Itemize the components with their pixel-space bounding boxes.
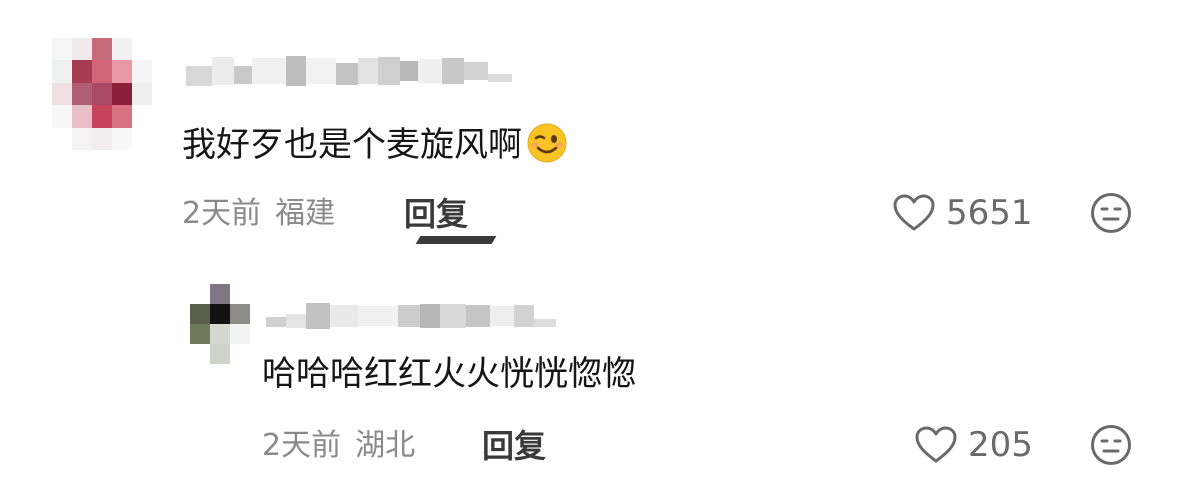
heart-icon [915,426,957,463]
dislike-icon[interactable] [1090,192,1132,234]
reply-commenter-username-blurred[interactable] [266,303,556,329]
comment-text: 我好歹也是个麦旋风啊 [182,122,568,165]
reply-text: 哈哈哈红红火火恍恍惚惚 [262,354,636,394]
comment-meta: 2天前 福建 [182,196,335,232]
reply-meta: 2天前 湖北 [262,428,415,464]
like-button[interactable]: 5651 [892,193,1033,233]
dislike-icon[interactable] [1090,424,1132,466]
reply-underline [415,236,497,244]
reply-button[interactable]: 回复 [482,428,546,464]
reply-time: 2天前 [262,428,342,463]
heart-icon [893,194,935,231]
reply-commenter-avatar[interactable] [190,284,250,364]
comment-location: 福建 [275,196,336,231]
reply-location: 湖北 [355,428,416,463]
commenter-username-blurred[interactable] [186,56,512,86]
comment-time: 2天前 [182,196,262,231]
like-button[interactable]: 205 [914,425,1033,465]
commenter-avatar[interactable] [52,38,152,150]
wink-icon [527,123,567,163]
like-count: 205 [968,425,1033,465]
like-count: 5651 [946,193,1033,233]
comment-text-content: 我好歹也是个麦旋风啊 [182,125,522,165]
reply-button[interactable]: 回复 [404,196,468,232]
